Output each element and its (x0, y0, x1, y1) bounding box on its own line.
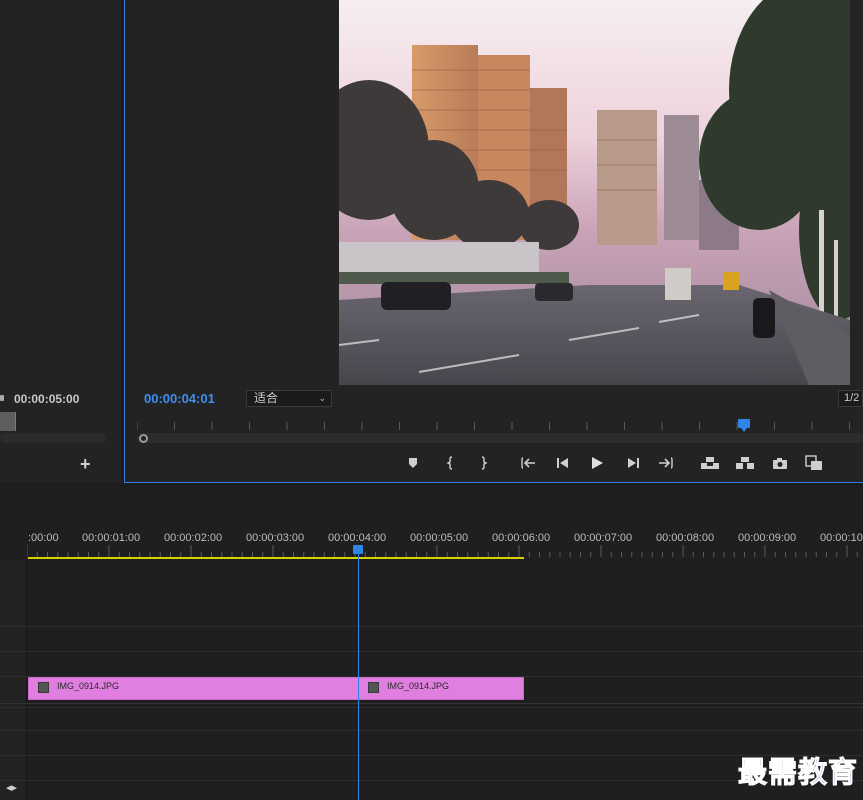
program-timecode[interactable]: 00:00:04:01 (144, 391, 215, 406)
ruler-label: 00:00:04:00 (328, 532, 387, 544)
timeline-playhead-line[interactable] (358, 553, 359, 800)
program-time-ruler[interactable] (137, 418, 863, 432)
go-to-out-button[interactable] (656, 453, 676, 473)
ruler-label: 00:00:09:00 (738, 532, 797, 544)
track-divider (0, 707, 863, 708)
extract-icon (736, 457, 754, 469)
source-marker (0, 395, 4, 401)
mark-out-button[interactable] (473, 453, 493, 473)
source-panel (0, 0, 121, 483)
add-marker-button[interactable] (403, 453, 423, 473)
play-button[interactable] (587, 453, 607, 473)
program-playhead[interactable] (738, 419, 752, 433)
mark-in-button[interactable] (441, 453, 461, 473)
scrollbar-handle[interactable] (139, 434, 148, 443)
extract-button[interactable] (735, 453, 755, 473)
watermark-logo: 最需教育 (737, 755, 859, 790)
play-icon (592, 457, 603, 469)
clip-label: IMG_0914.JPG (387, 681, 450, 691)
lift-icon (701, 457, 719, 469)
export-frame-button[interactable] (770, 453, 790, 473)
step-forward-icon (628, 458, 639, 468)
ruler-label: 00:00:03:00 (246, 532, 305, 544)
track-divider (0, 755, 863, 756)
source-timecode[interactable]: 00:00:05:00 (14, 392, 79, 406)
program-zoom-scrollbar[interactable] (137, 433, 863, 443)
marker-icon (409, 458, 417, 468)
source-scrollbar[interactable] (0, 433, 106, 443)
lift-button[interactable] (700, 453, 720, 473)
step-back-button[interactable] (553, 453, 573, 473)
step-forward-button[interactable] (623, 453, 643, 473)
ruler-label: :00:00 (28, 532, 59, 544)
playback-resolution-select[interactable]: 1/2 (838, 390, 863, 407)
image-icon (38, 682, 49, 693)
go-to-in-icon (521, 457, 535, 469)
go-to-out-icon (659, 457, 673, 469)
premiere-workspace: { "source_panel": { "timecode": "00:00:0… (0, 0, 863, 800)
compare-view-button[interactable] (804, 453, 824, 473)
track-divider (0, 780, 863, 781)
track-headers (0, 560, 27, 800)
compare-icon (805, 455, 822, 470)
ruler-label: 00:00:07:00 (574, 532, 633, 544)
image-icon (368, 682, 379, 693)
ruler-label: 00:00:05:00 (410, 532, 469, 544)
track-divider (0, 730, 863, 731)
camera-icon (773, 458, 787, 469)
step-back-icon (557, 458, 568, 468)
program-video-frame (339, 0, 850, 385)
ruler-label: 00:00:10 (820, 532, 863, 544)
ruler-label: 00:00:06:00 (492, 532, 551, 544)
track-divider (0, 651, 863, 652)
go-to-in-button[interactable] (518, 453, 538, 473)
ruler-label: 00:00:08:00 (656, 532, 715, 544)
ruler-label: 00:00:01:00 (82, 532, 141, 544)
ruler-label: 00:00:02:00 (164, 532, 223, 544)
zoom-level-select[interactable]: 适合 ⌄ (246, 390, 332, 407)
timeline-clip[interactable]: IMG_0914.JPG (28, 677, 359, 700)
clip-label: IMG_0914.JPG (57, 681, 120, 691)
track-divider (0, 703, 863, 704)
mark-out-icon (481, 456, 488, 470)
mark-in-icon (446, 456, 453, 470)
source-thumbnail[interactable] (0, 412, 16, 431)
timeline-playhead[interactable] (353, 545, 363, 554)
add-button[interactable]: + (80, 454, 91, 475)
track-divider (0, 626, 863, 627)
zoom-level-value: 适合 (254, 391, 279, 405)
chevron-down-icon: ⌄ (318, 393, 326, 403)
timeline-nav-icon[interactable]: ◂▸ (6, 781, 17, 794)
work-area-bar[interactable] (28, 557, 524, 559)
timeline-clip[interactable]: IMG_0914.JPG (358, 677, 524, 700)
